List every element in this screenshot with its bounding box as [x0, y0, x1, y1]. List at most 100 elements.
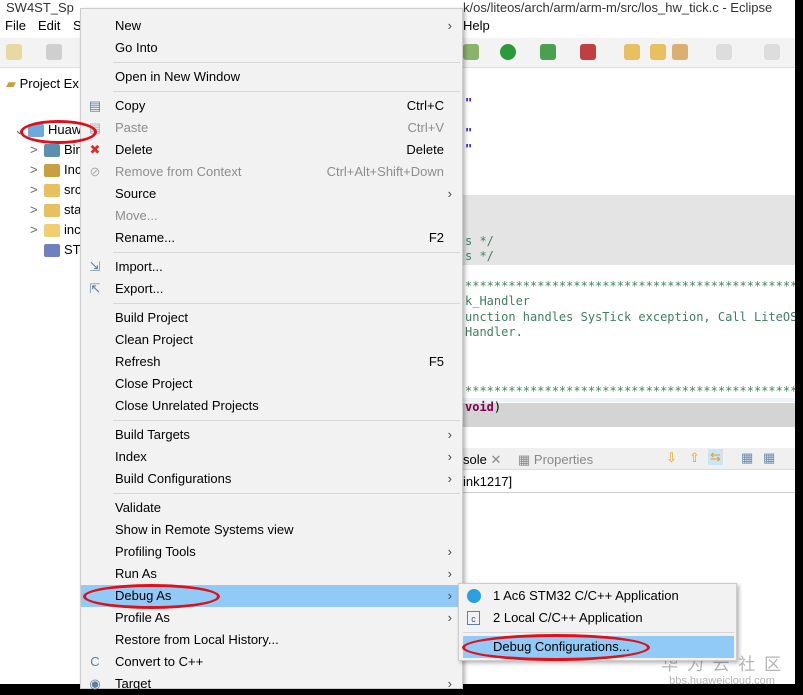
- menu-item-label: Restore from Local History...: [115, 632, 279, 647]
- menu-item-label: Rename...: [115, 230, 175, 245]
- tree-item[interactable]: > sta: [30, 202, 81, 222]
- code-line: ": [465, 142, 473, 156]
- link-icon[interactable]: ⇆: [708, 449, 723, 465]
- menu-item-index[interactable]: Index ›: [81, 446, 462, 468]
- run-icon[interactable]: [500, 44, 516, 60]
- menu-item-refresh[interactable]: Refresh F5: [81, 351, 462, 373]
- menu-help[interactable]: Help: [463, 18, 490, 33]
- debug-icon[interactable]: [463, 44, 479, 60]
- menu-item-build-targets[interactable]: Build Targets ›: [81, 424, 462, 446]
- menu-item-label: Clean Project: [115, 332, 194, 347]
- menu-item-remove-from-context[interactable]: ⊘ Remove from Context Ctrl+Alt+Shift+Down: [81, 161, 462, 183]
- tree-item[interactable]: > Inc: [30, 162, 81, 182]
- menu-item-label: Build Project: [115, 310, 188, 325]
- editor-scrollbar[interactable]: [463, 403, 795, 427]
- menu-item-label: Profiling Tools: [115, 544, 196, 559]
- menu-item-new[interactable]: New ›: [81, 15, 462, 37]
- new-icon[interactable]: [6, 44, 22, 60]
- run-config-icon[interactable]: [540, 44, 556, 60]
- save-icon[interactable]: [46, 44, 62, 60]
- menu-item-clean-project[interactable]: Clean Project: [81, 329, 462, 351]
- current-line: [463, 398, 795, 402]
- menu-file[interactable]: File: [5, 18, 26, 33]
- submenu-label: 2 Local C/C++ Application: [493, 610, 643, 625]
- external-tools-icon[interactable]: [580, 44, 596, 60]
- chevron-icon[interactable]: >: [30, 222, 44, 237]
- menu-item-move[interactable]: Move...: [81, 205, 462, 227]
- tree-item[interactable]: > Bin: [30, 142, 83, 162]
- menu-item-label: Export...: [115, 281, 164, 296]
- tree-item[interactable]: > inc: [30, 222, 81, 242]
- scroll-up-icon[interactable]: ⇧: [689, 450, 700, 466]
- view-icon[interactable]: [764, 44, 780, 60]
- tree-item-icon: [44, 184, 60, 198]
- submenu-item-ac6[interactable]: 1 Ac6 STM32 C/C++ Application: [459, 585, 736, 607]
- pin-icon[interactable]: ▦: [741, 450, 753, 466]
- chevron-icon[interactable]: >: [30, 202, 44, 217]
- export-icon: ⇱: [89, 281, 101, 296]
- menu-item-convert-to-c[interactable]: C Convert to C++: [81, 651, 462, 673]
- import-icon: ⇲: [89, 259, 101, 274]
- ac6-app-icon: [467, 589, 481, 603]
- menu-item-label: Source: [115, 186, 157, 201]
- menu-separator: [113, 91, 460, 92]
- tab-properties[interactable]: ▦ Properties: [518, 452, 593, 468]
- menu-separator: [113, 420, 460, 421]
- menu-item-label: Go Into: [115, 40, 158, 55]
- lock-icon[interactable]: ▦: [763, 450, 775, 466]
- menu-item-paste[interactable]: ▤ Paste Ctrl+V: [81, 117, 462, 139]
- menu-item-copy[interactable]: ▤ Copy Ctrl+C: [81, 95, 462, 117]
- chevron-icon[interactable]: >: [30, 142, 44, 157]
- menu-item-run-as[interactable]: Run As ›: [81, 563, 462, 585]
- menu-item-profile-as[interactable]: Profile As ›: [81, 607, 462, 629]
- menu-item-restore-from-local-history[interactable]: Restore from Local History...: [81, 629, 462, 651]
- tree-item-icon: [44, 244, 60, 258]
- code-editor[interactable]: " " " s */s */ *****************************…: [463, 68, 795, 448]
- open-folder-icon[interactable]: [624, 44, 640, 60]
- menu-item-profiling-tools[interactable]: Profiling Tools ›: [81, 541, 462, 563]
- menu-item-go-into[interactable]: Go Into: [81, 37, 462, 59]
- menu-separator: [113, 252, 460, 253]
- tab-console[interactable]: sole ✕: [463, 452, 501, 468]
- menu-item-close-project[interactable]: Close Project: [81, 373, 462, 395]
- menu-item-label: Open in New Window: [115, 69, 240, 84]
- menu-item-export[interactable]: ⇱ Export...: [81, 278, 462, 300]
- menu-item-close-unrelated-projects[interactable]: Close Unrelated Projects: [81, 395, 462, 417]
- menu-item-open-in-new-window[interactable]: Open in New Window: [81, 66, 462, 88]
- tree-item[interactable]: ST: [30, 242, 81, 262]
- project-explorer-tab[interactable]: ▰ Project Ex: [6, 76, 79, 92]
- tree-item[interactable]: > src: [30, 182, 81, 202]
- submenu-label: 1 Ac6 STM32 C/C++ Application: [493, 588, 679, 603]
- menu-item-target[interactable]: ◉ Target ›: [81, 673, 462, 695]
- console-tab-label: sole: [463, 452, 487, 467]
- chevron-icon[interactable]: >: [30, 162, 44, 177]
- menu-item-source[interactable]: Source ›: [81, 183, 462, 205]
- chevron-right-icon: ›: [447, 588, 452, 603]
- menu-item-label: Profile As: [115, 610, 170, 625]
- menu-item-label: Show in Remote Systems view: [115, 522, 294, 537]
- chevron-icon[interactable]: >: [30, 182, 44, 197]
- scroll-down-icon[interactable]: ⇩: [666, 450, 677, 466]
- submenu-item-local[interactable]: c 2 Local C/C++ Application: [459, 607, 736, 629]
- code-line: s */: [465, 234, 494, 248]
- menu-item-validate[interactable]: Validate: [81, 497, 462, 519]
- copy-icon: ▤: [88, 98, 102, 113]
- menu-item-import[interactable]: ⇲ Import...: [81, 256, 462, 278]
- chevron-right-icon: ›: [447, 427, 452, 442]
- menu-item-delete[interactable]: ✖ Delete Delete: [81, 139, 462, 161]
- menu-item-label: Close Project: [115, 376, 193, 391]
- menu-item-rename[interactable]: Rename... F2: [81, 227, 462, 249]
- menu-item-build-project[interactable]: Build Project: [81, 307, 462, 329]
- pen-icon[interactable]: [672, 44, 688, 60]
- menu-separator: [113, 62, 460, 63]
- code-line: Handler.: [465, 325, 523, 339]
- menu-item-show-in-remote-systems-view[interactable]: Show in Remote Systems view: [81, 519, 462, 541]
- chevron-right-icon: ›: [447, 566, 452, 581]
- close-icon[interactable]: ✕: [490, 452, 501, 467]
- local-app-icon: c: [467, 611, 480, 625]
- edit-icon[interactable]: [716, 44, 732, 60]
- folder-icon[interactable]: [650, 44, 666, 60]
- menu-item-build-configurations[interactable]: Build Configurations ›: [81, 468, 462, 490]
- menu-edit[interactable]: Edit: [38, 18, 60, 33]
- project-explorer-title: Project Ex: [19, 76, 79, 91]
